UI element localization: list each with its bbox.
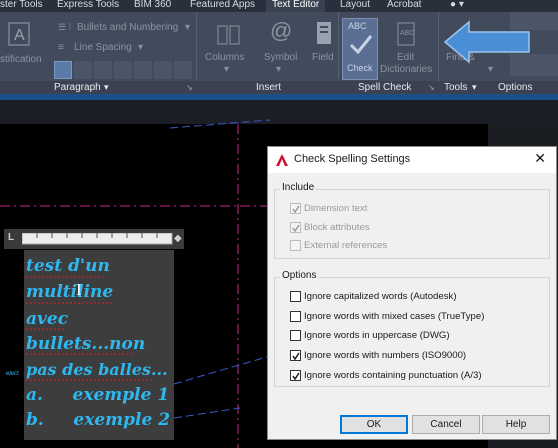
columns-icon[interactable] — [214, 22, 242, 46]
edit-label[interactable]: Edit — [397, 52, 414, 63]
ignore-mixed-cases-label: Ignore words with mixed cases (TrueType) — [304, 311, 485, 322]
field-button[interactable]: Field — [312, 52, 334, 63]
align-left-button[interactable] — [54, 61, 72, 79]
tab-featured-apps[interactable]: Featured Apps — [190, 0, 255, 12]
bullets-dropdown-icon[interactable]: ▾ — [185, 22, 190, 33]
ignore-numbers-label: Ignore words with numbers (ISO9000) — [304, 350, 467, 361]
line-spacing-icon[interactable]: ≡ — [58, 42, 64, 53]
justification-icon[interactable]: A — [6, 20, 30, 46]
tab-overflow-icon[interactable]: ● ▾ — [450, 0, 464, 12]
tools-dropdown-label-icon[interactable]: ▾ — [472, 82, 477, 93]
panel-label-bar: Paragraph ▾ ↘ Insert Spell Check ↘ Tools… — [0, 81, 558, 94]
line-spacing-button[interactable]: Line Spacing — [74, 42, 132, 53]
tab-raster-tools[interactable]: ster Tools — [0, 0, 43, 12]
ignore-uppercase-label: Ignore words in uppercase (DWG) — [304, 330, 450, 341]
checkmark-icon — [349, 35, 373, 55]
close-icon[interactable]: ✕ — [534, 150, 546, 167]
spell-check-button[interactable]: ABC Check — [342, 18, 378, 80]
autocad-window: ster Tools Express Tools BIM 360 Feature… — [0, 0, 558, 448]
align-more-button[interactable] — [174, 61, 192, 79]
tab-acrobat[interactable]: Acrobat — [387, 0, 421, 12]
symbol-dropdown-icon[interactable]: ▾ — [276, 64, 281, 75]
paragraph-launcher-icon[interactable]: ↘ — [186, 83, 193, 92]
distribute-button[interactable] — [134, 61, 152, 79]
ignore-punctuation-label: Ignore words containing punctuation (A/3… — [304, 370, 482, 381]
block-attributes-checkbox[interactable] — [290, 222, 301, 233]
columns-dropdown-icon[interactable]: ▾ — [224, 64, 229, 75]
tools-panel-label[interactable]: Tools — [444, 82, 467, 93]
ignore-punctuation-checkbox[interactable] — [290, 370, 301, 381]
external-references-checkbox[interactable] — [290, 240, 301, 251]
abc-text: ABC — [348, 21, 367, 31]
justification-label: stification — [0, 54, 42, 65]
cancel-button[interactable]: Cancel — [412, 415, 480, 434]
dialog-title: Check Spelling Settings — [294, 153, 411, 165]
ribbon: ster Tools Express Tools BIM 360 Feature… — [0, 0, 558, 100]
check-spelling-settings-dialog[interactable]: Check Spelling Settings ✕ Include Dimens… — [267, 146, 557, 440]
tab-express-tools[interactable]: Express Tools — [57, 0, 119, 12]
columns-button[interactable]: Columns — [205, 52, 244, 63]
side-fragment: elect — [6, 371, 19, 377]
block-attributes-label: Block attributes — [304, 222, 370, 233]
spell-check-panel-label: Spell Check — [358, 82, 412, 93]
paragraph-panel-label[interactable]: Paragraph — [54, 82, 101, 93]
dictionaries-label[interactable]: Dictionaries — [380, 64, 432, 75]
tab-text-editor[interactable]: Text Editor — [266, 0, 326, 12]
insert-panel-label: Insert — [256, 82, 282, 93]
ignore-capitalized-label: Ignore capitalized words (Autodesk) — [304, 291, 457, 302]
include-group-title: Include — [280, 182, 317, 193]
symbol-button[interactable]: Symbol — [264, 52, 297, 63]
help-button[interactable]: Help — [482, 415, 550, 434]
svg-text:A: A — [14, 27, 25, 44]
ribbon-tab-bar: ster Tools Express Tools BIM 360 Feature… — [0, 0, 558, 12]
mtext-ruler[interactable]: L ◆ — [4, 229, 184, 249]
tab-stop-icon[interactable]: L — [8, 232, 14, 243]
options-panel-label: Options — [498, 82, 533, 93]
edit-dictionaries-icon[interactable]: ABC — [395, 20, 417, 46]
line-spacing-dropdown-icon[interactable]: ▾ — [138, 42, 143, 53]
field-icon[interactable] — [312, 18, 334, 46]
align-extra-button[interactable] — [154, 61, 172, 79]
dimension-text-checkbox[interactable] — [290, 203, 301, 214]
bullets-numbering-icon[interactable]: ☰ ⁞ — [58, 22, 71, 33]
text-cursor-icon: I — [76, 280, 82, 299]
dialog-titlebar[interactable]: Check Spelling Settings ✕ — [268, 147, 556, 173]
arrow-annotation-icon — [443, 20, 530, 64]
autocad-logo-icon — [276, 154, 288, 166]
justify-button[interactable] — [114, 61, 132, 79]
ruler-ticks — [22, 233, 173, 245]
symbol-icon[interactable]: @ — [270, 18, 292, 44]
external-references-label: External references — [304, 240, 388, 251]
ignore-mixed-cases-checkbox[interactable] — [290, 311, 301, 322]
ignore-uppercase-checkbox[interactable] — [290, 330, 301, 341]
tools-dropdown-icon[interactable]: ▾ — [488, 64, 493, 75]
tab-bim-360[interactable]: BIM 360 — [134, 0, 171, 12]
ignore-capitalized-checkbox[interactable] — [290, 291, 301, 302]
ok-button[interactable]: OK — [340, 415, 408, 434]
ignore-numbers-checkbox[interactable] — [290, 350, 301, 361]
alignment-buttons — [54, 61, 195, 79]
tab-layout[interactable]: Layout — [340, 0, 370, 12]
paragraph-dropdown-icon[interactable]: ▾ — [104, 82, 109, 93]
spell-check-launcher-icon[interactable]: ↘ — [428, 83, 435, 92]
align-right-button[interactable] — [94, 61, 112, 79]
spelling-underlines — [26, 276, 154, 381]
ruler-resize-icon[interactable]: ◆ — [174, 233, 182, 244]
align-center-button[interactable] — [74, 61, 92, 79]
bullets-numbering-button[interactable]: Bullets and Numbering — [77, 22, 178, 33]
dimension-text-label: Dimension text — [304, 203, 368, 214]
svg-text:ABC: ABC — [400, 30, 414, 37]
options-group-title: Options — [280, 270, 319, 281]
